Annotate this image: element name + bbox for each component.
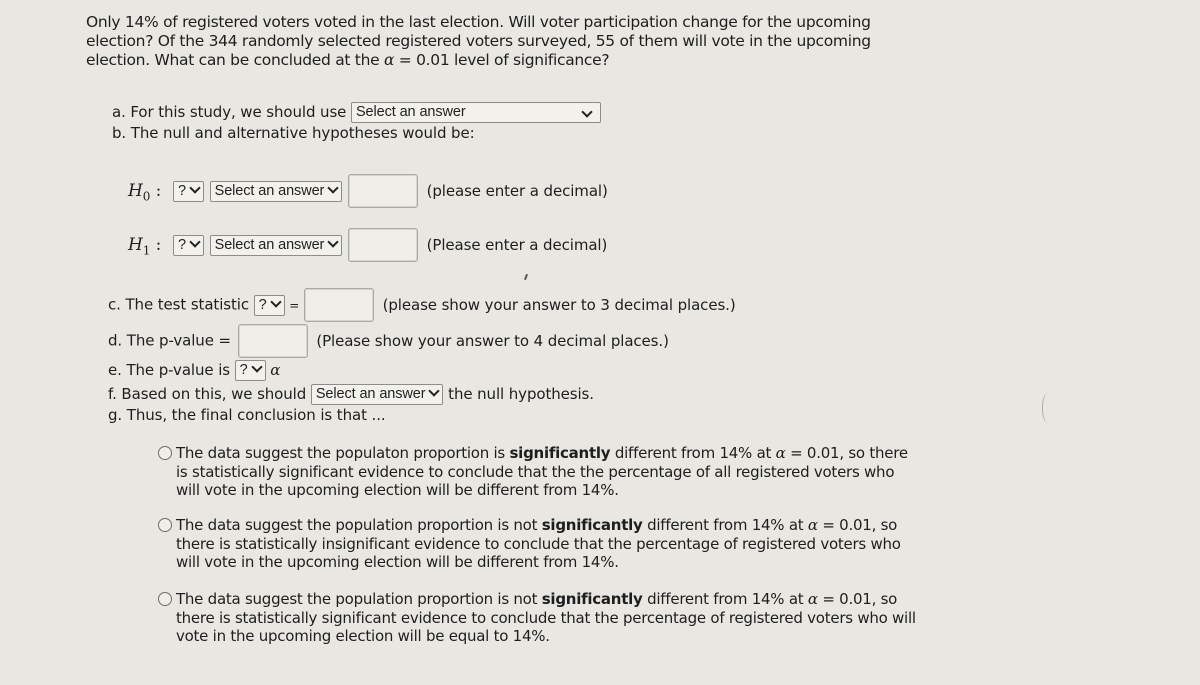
chevron-down-icon: [327, 181, 339, 194]
radio-button[interactable]: [158, 518, 172, 532]
question-prompt: Only 14% of registered voters voted in t…: [86, 13, 926, 70]
part-f-suffix: the null hypothesis.: [448, 385, 594, 403]
radio-button[interactable]: [158, 446, 172, 460]
part-c-hint: (please show your answer to 3 decimal pl…: [382, 295, 736, 314]
part-e-row: e. The p-value is ? α: [108, 360, 280, 381]
alpha-symbol: α: [807, 590, 818, 608]
chevron-down-icon: [250, 361, 263, 373]
part-c-row: c. The test statistic ? = (please show y…: [108, 288, 736, 322]
study-type-select-value: Select an answer: [355, 104, 466, 120]
part-d-label: d. The p-value =: [108, 331, 231, 350]
chevron-down-icon: [428, 385, 441, 397]
conclusion-option-2[interactable]: The data suggest the population proporti…: [158, 516, 918, 572]
alpha-symbol: α: [807, 516, 818, 534]
part-g-label: g. Thus, the final conclusion is that ..…: [108, 406, 386, 424]
h0-row: H0 :? Select an answer (please enter a d…: [128, 174, 608, 208]
part-d-row: d. The p-value = (Please show your answe…: [108, 324, 669, 358]
h0-hint: (please enter a decimal): [426, 181, 608, 200]
conclusion-option-1[interactable]: The data suggest the populaton proportio…: [158, 444, 918, 500]
part-e-label: e. The p-value is: [108, 361, 230, 379]
chevron-down-icon: [189, 235, 201, 248]
chevron-down-icon: [327, 235, 339, 248]
h0-value-input[interactable]: [347, 174, 418, 208]
part-d-hint: (Please show your answer to 4 decimal pl…: [316, 331, 669, 350]
alpha-symbol: α: [270, 361, 281, 379]
radio-button[interactable]: [158, 592, 172, 606]
h1-operator-select[interactable]: ?: [173, 234, 204, 256]
h1-value-input[interactable]: [347, 228, 418, 262]
alpha-symbol: α: [775, 444, 786, 462]
h0-parameter-select[interactable]: Select an answer: [209, 180, 343, 202]
part-a-row: a. For this study, we should use Select …: [112, 102, 601, 123]
part-c-label: c. The test statistic: [108, 295, 249, 314]
part-f-label: f. Based on this, we should: [108, 385, 307, 403]
part-a-label: a. For this study, we should use: [112, 103, 347, 121]
test-statistic-input[interactable]: [303, 288, 374, 322]
h1-hint: (Please enter a decimal): [426, 235, 608, 254]
h1-parameter-select[interactable]: Select an answer: [209, 234, 343, 256]
p-value-comparison-select[interactable]: ?: [234, 360, 266, 381]
equals-sign: =: [289, 298, 300, 313]
study-type-select[interactable]: Select an answer: [350, 102, 601, 123]
alpha-symbol: α: [383, 51, 395, 69]
h1-row: H1 :? Select an answer (Please enter a d…: [128, 228, 607, 262]
stray-mark: [524, 273, 528, 281]
h0-operator-select[interactable]: ?: [173, 180, 204, 202]
p-value-input[interactable]: [237, 324, 308, 358]
question-text-part2: = 0.01 level of significance?: [394, 51, 610, 69]
chevron-down-icon: [269, 295, 282, 308]
part-f-row: f. Based on this, we should Select an an…: [108, 384, 594, 405]
conclusion-option-3[interactable]: The data suggest the population proporti…: [158, 590, 918, 646]
test-statistic-select[interactable]: ?: [253, 294, 285, 316]
chevron-down-icon: [189, 181, 201, 194]
decision-select[interactable]: Select an answer: [310, 384, 444, 405]
part-b-label: b. The null and alternative hypotheses w…: [112, 124, 475, 142]
stray-mark: [1042, 393, 1053, 423]
chevron-down-icon: [581, 106, 593, 118]
